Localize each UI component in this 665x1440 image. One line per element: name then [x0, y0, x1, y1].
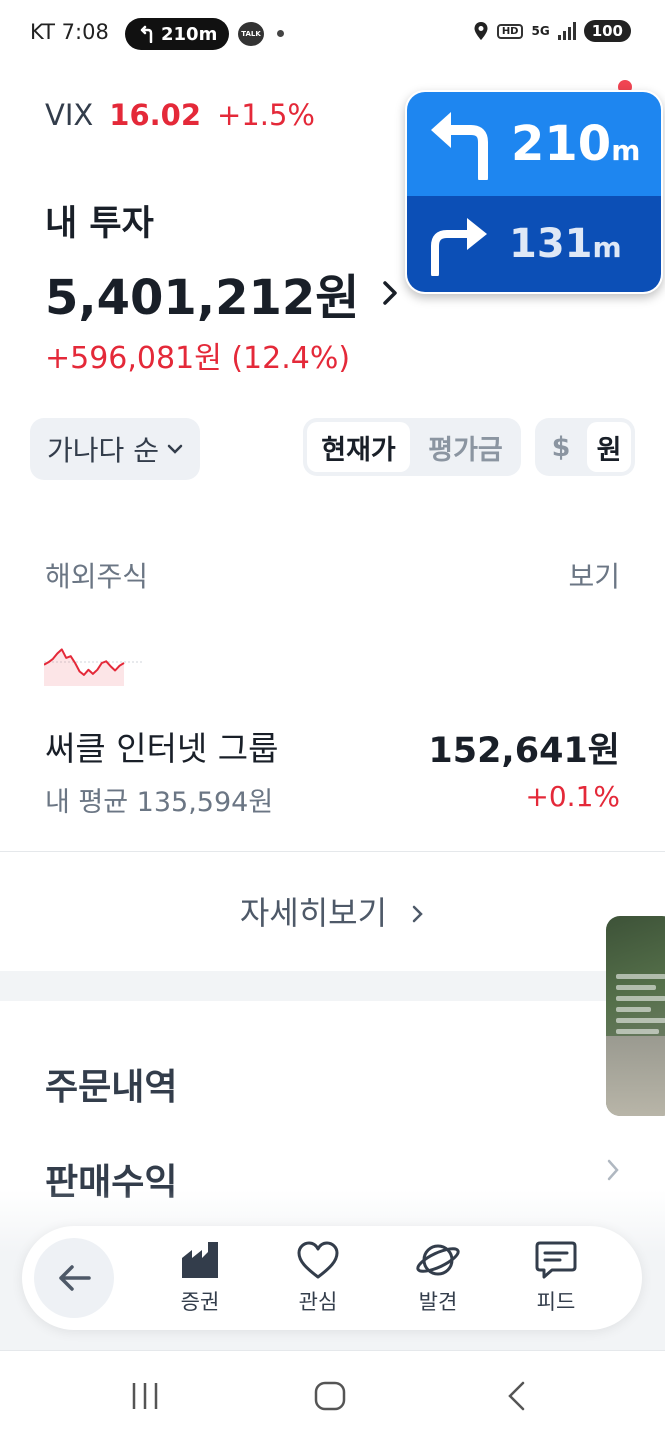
- hd-voice-icon: HD: [496, 23, 524, 39]
- tab-watchlist[interactable]: 관심: [278, 1240, 358, 1320]
- back-button[interactable]: [34, 1238, 114, 1318]
- sort-label: 가나다 순: [47, 434, 159, 467]
- investment-title: 내 투자: [45, 204, 154, 244]
- location-icon: [474, 22, 488, 40]
- more-details-button[interactable]: 자세히보기: [0, 888, 665, 934]
- status-icons: HD 5G 100: [473, 20, 631, 42]
- battery-icon: 100: [583, 20, 631, 42]
- planet-icon: [416, 1244, 460, 1276]
- turn-left-icon: [140, 25, 153, 43]
- notification-dot-icon: [277, 30, 284, 37]
- sort-dropdown[interactable]: 가나다 순: [30, 418, 200, 480]
- next-turn: 210m: [407, 92, 661, 196]
- carrier-time: KT 7:08: [30, 20, 109, 44]
- back-icon[interactable]: [505, 1381, 529, 1411]
- section-separator: [0, 971, 665, 1001]
- network-type: 5G: [531, 24, 550, 38]
- navigation-widget[interactable]: 210m 131m: [405, 90, 663, 294]
- bottom-tab-bar: 증권 관심 발견 피드: [22, 1226, 642, 1330]
- home-icon[interactable]: [314, 1381, 346, 1411]
- picture-in-picture-video[interactable]: [606, 916, 665, 1116]
- tab-securities[interactable]: 증권: [160, 1240, 240, 1320]
- next-turn-unit: m: [611, 134, 641, 167]
- stock-name[interactable]: 써클 인터넷 그룹: [45, 722, 279, 770]
- tab-label: 피드: [536, 1290, 576, 1314]
- vix-ticker[interactable]: VIX 16.02 +1.5%: [45, 98, 315, 132]
- chat-bubble-icon: [535, 1241, 577, 1279]
- menu-order-history[interactable]: 주문내역: [45, 1058, 177, 1110]
- more-details-label: 자세히보기: [239, 894, 388, 932]
- vix-change: +1.5%: [217, 98, 315, 132]
- recent-apps-icon[interactable]: [130, 1381, 160, 1411]
- section-title: 해외주식: [45, 560, 149, 593]
- turn-right-arrow-icon: [431, 218, 487, 276]
- toggle-evaluation[interactable]: 평가금: [414, 422, 517, 472]
- kakaotalk-icon: TALK: [238, 22, 264, 46]
- following-turn: 131m: [407, 196, 661, 292]
- currency-toggle: $ 원: [535, 418, 635, 476]
- tab-label: 발견: [418, 1290, 458, 1314]
- investment-total-link[interactable]: 5,401,212원: [45, 258, 399, 328]
- investment-total: 5,401,212원: [45, 270, 360, 326]
- chart-building-icon: [182, 1242, 218, 1278]
- signal-icon: [557, 22, 576, 40]
- toggle-current-price[interactable]: 현재가: [307, 422, 410, 472]
- toggle-dollar[interactable]: $: [539, 422, 583, 472]
- tab-discover[interactable]: 발견: [398, 1240, 478, 1320]
- price-mode-toggle: 현재가 평가금: [303, 418, 521, 476]
- system-navigation-bar: [0, 1350, 665, 1440]
- tab-label: 증권: [180, 1290, 220, 1314]
- divider: [0, 851, 665, 852]
- navigation-pill[interactable]: 210m: [125, 18, 229, 50]
- toggle-won[interactable]: 원: [587, 422, 631, 472]
- following-turn-unit: m: [592, 231, 622, 264]
- stock-sparkline: [44, 648, 144, 686]
- next-turn-distance: 210: [511, 116, 612, 172]
- tab-feed[interactable]: 피드: [516, 1240, 596, 1320]
- status-bar: KT 7:08 210m TALK HD 5G 100: [0, 0, 665, 68]
- chevron-down-icon: [167, 444, 183, 454]
- tab-label: 관심: [298, 1290, 338, 1314]
- arrow-left-icon: [59, 1265, 91, 1291]
- video-chat-overlay: [616, 974, 665, 1064]
- turn-left-arrow-icon: [431, 112, 488, 180]
- following-turn-distance: 131: [509, 221, 593, 267]
- stock-average-price: 내 평균 135,594원: [45, 787, 274, 818]
- heart-icon: [297, 1241, 339, 1279]
- section-view-button[interactable]: 보기: [568, 555, 620, 595]
- chevron-right-icon: [383, 281, 398, 305]
- vix-label: VIX: [45, 98, 94, 132]
- navigation-pill-distance: 210m: [161, 23, 218, 45]
- chevron-right-icon: [607, 1159, 619, 1181]
- chevron-right-icon: [412, 905, 423, 923]
- investment-gain: +596,081원 (12.4%): [45, 341, 351, 376]
- vix-value: 16.02: [109, 98, 201, 132]
- stock-price: 152,641원: [428, 731, 620, 771]
- stock-change: +0.1%: [525, 780, 620, 813]
